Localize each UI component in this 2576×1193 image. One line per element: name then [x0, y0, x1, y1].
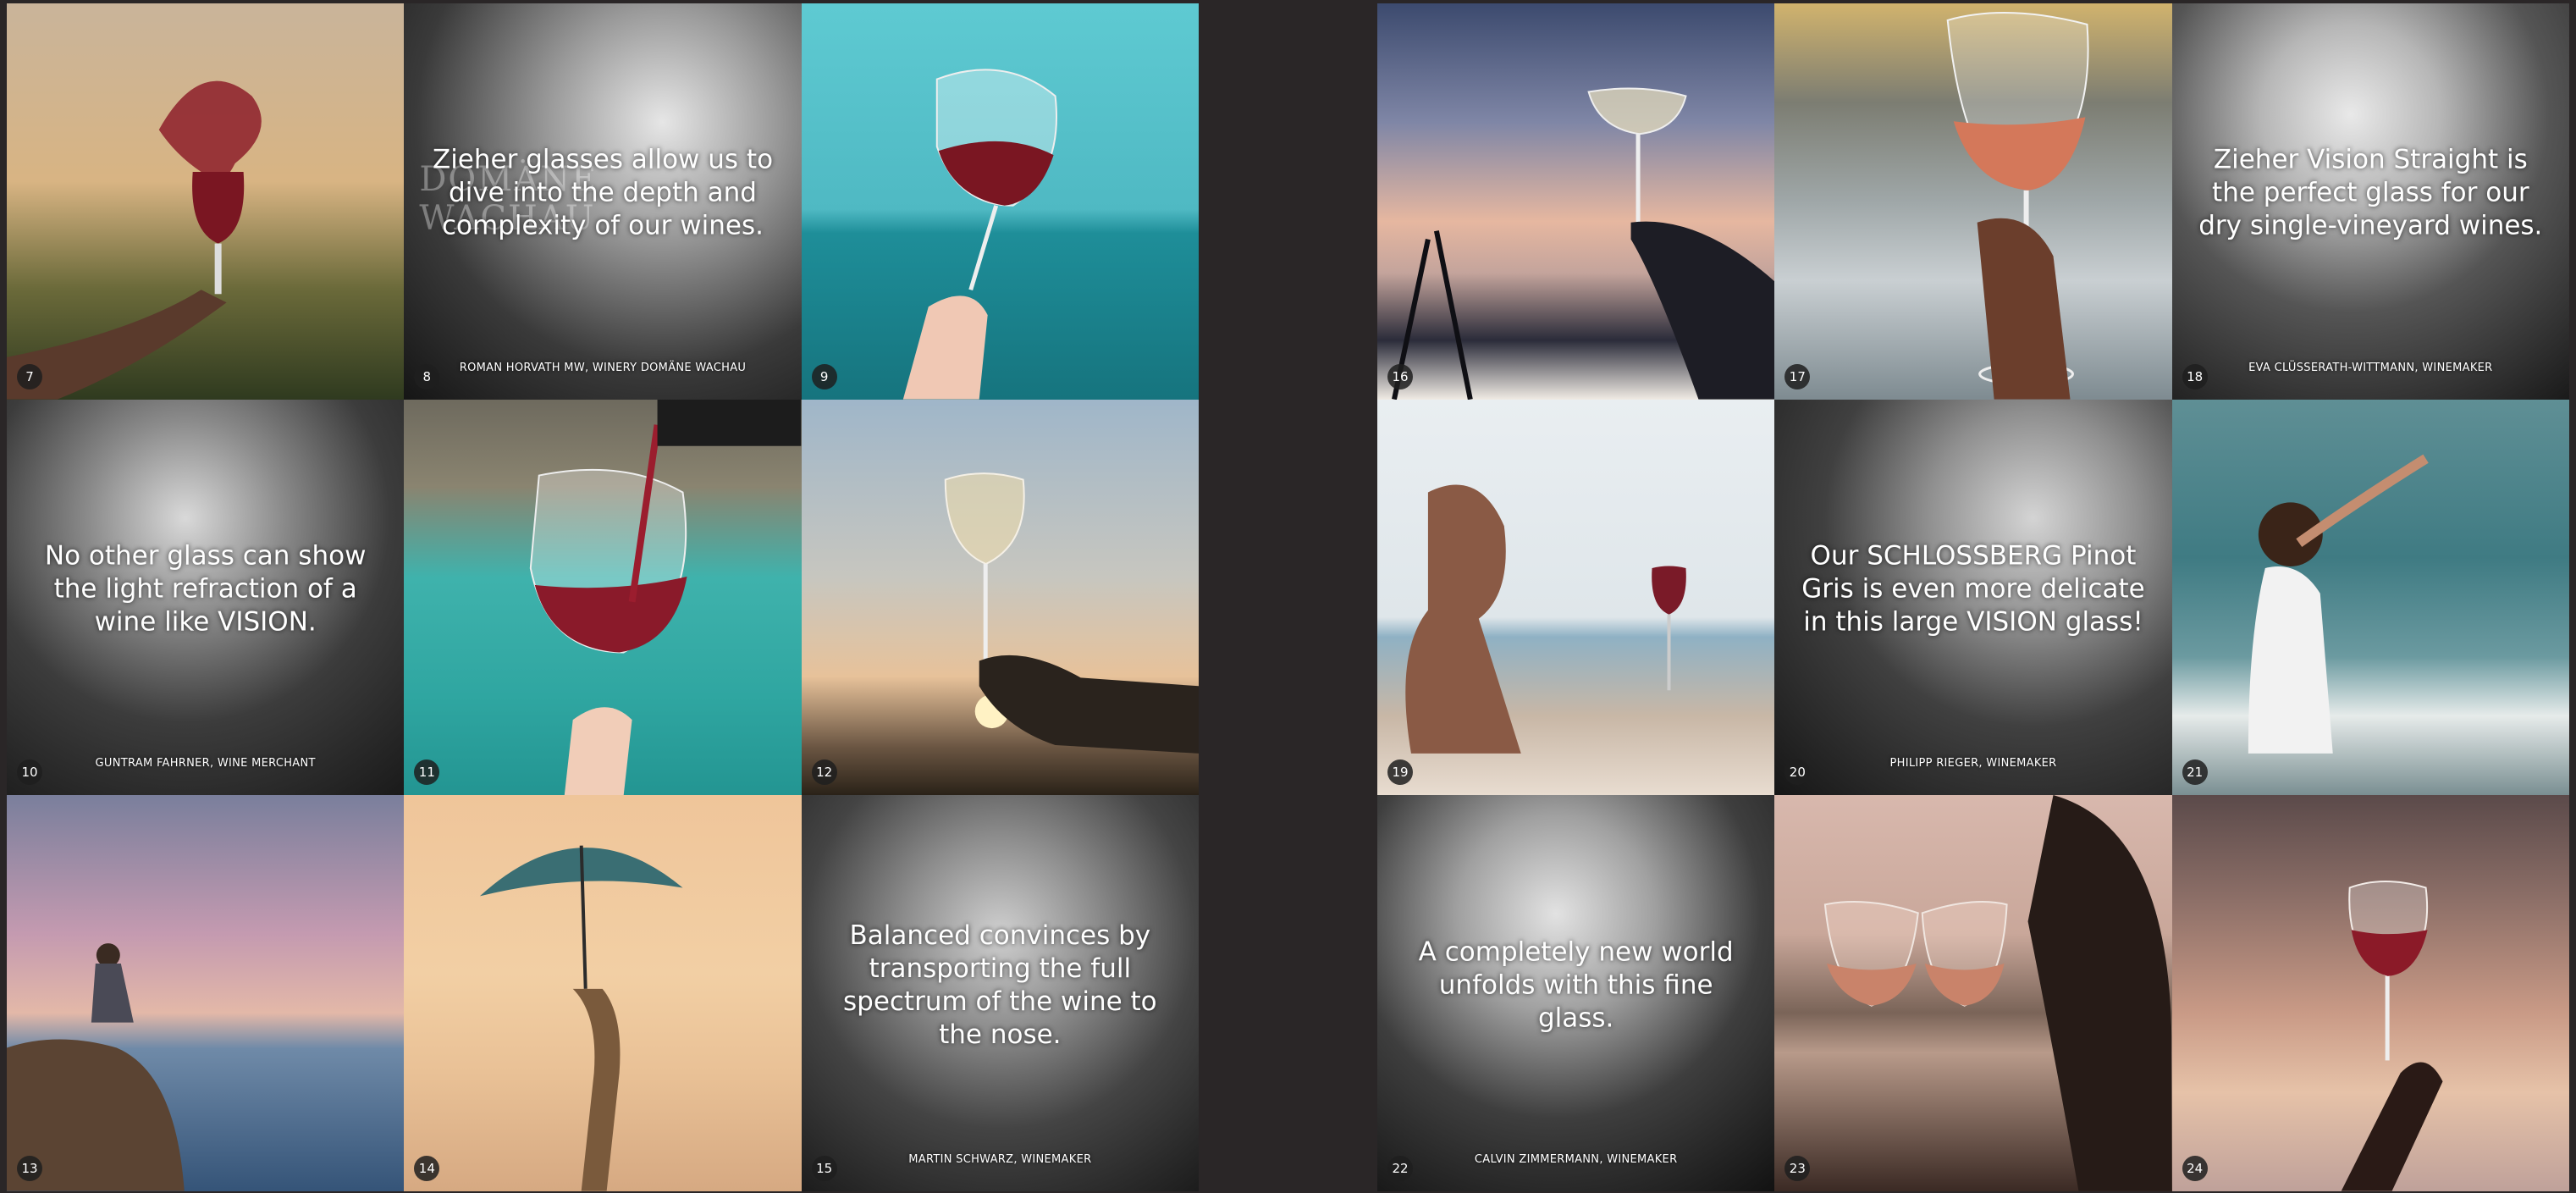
photo-tile-22[interactable]: A completely new world unfolds with this…: [1377, 795, 1775, 1191]
page-number-badge: 8: [414, 363, 440, 389]
wine-glass-icon: [902, 69, 1057, 400]
testimonial-attribution: PHILIPP RIEGER, WINEMAKER: [1889, 757, 2057, 770]
page-number-badge: 16: [1387, 363, 1413, 389]
testimonial-quote: No other glass can show the light refrac…: [44, 540, 367, 638]
photo-tile-23[interactable]: 23: [1774, 795, 2172, 1191]
photo-tile-10[interactable]: No other glass can show the light refrac…: [7, 399, 405, 796]
photo-tile-9[interactable]: 9: [801, 3, 1199, 400]
photo-tile-16[interactable]: 16: [1377, 3, 1775, 400]
left-page: 7 DOMÄNE WACHAU Zieher glasses allow us …: [7, 3, 1199, 1191]
photo-tile-7[interactable]: 7: [7, 3, 405, 400]
testimonial-quote: Our SCHLOSSBERG Pinot Gris is even more …: [1801, 540, 2145, 638]
photo-tile-24[interactable]: 24: [2171, 795, 2569, 1191]
wine-glass-icon: [2341, 881, 2443, 1191]
page-number-badge: 21: [2182, 759, 2208, 786]
testimonial-quote: A completely new world unfolds with this…: [1418, 936, 1734, 1034]
page-number-badge: 7: [17, 363, 42, 389]
testimonial-quote: Zieher glasses allow us to dive into the…: [432, 144, 774, 241]
wine-glass-icon: [944, 472, 1199, 754]
wine-glass-icon: [1946, 12, 2089, 400]
wine-glass-icon: [1392, 87, 1775, 400]
page-number-badge: 9: [811, 363, 837, 389]
page-number-badge: 18: [2182, 363, 2208, 389]
wine-glass-icon: [1405, 484, 1686, 754]
right-page: 16 17 Zieher Vision Straight is the perf…: [1377, 3, 2569, 1191]
photo-tile-19[interactable]: 19: [1377, 399, 1775, 796]
umbrella-icon: [480, 845, 683, 1191]
photo-tile-8[interactable]: DOMÄNE WACHAU Zieher glasses allow us to…: [404, 3, 802, 400]
page-number-badge: 12: [811, 759, 837, 786]
page-number-badge: 13: [17, 1155, 42, 1181]
testimonial-attribution: CALVIN ZIMMERMANN, WINEMAKER: [1474, 1152, 1678, 1166]
photo-tile-18[interactable]: Zieher Vision Straight is the perfect gl…: [2171, 3, 2569, 400]
wine-glasses-icon: [1824, 795, 2172, 1191]
testimonial-attribution: EVA CLÜSSERATH-WITTMANN, WINEMAKER: [2248, 361, 2493, 374]
photo-tile-21[interactable]: 21: [2171, 399, 2569, 796]
photo-tile-11[interactable]: 11: [404, 399, 802, 796]
rock-silhouette-icon: [7, 943, 185, 1191]
photo-tile-13[interactable]: 13: [7, 795, 405, 1191]
photo-tile-17[interactable]: 17: [1774, 3, 2172, 400]
wine-glass-icon: [530, 399, 802, 796]
page-number-badge: 17: [1784, 363, 1811, 389]
testimonial-attribution: MARTIN SCHWARZ, WINEMAKER: [908, 1152, 1092, 1166]
photo-tile-12[interactable]: 12: [801, 399, 1199, 796]
photo-grid-left: 7 DOMÄNE WACHAU Zieher glasses allow us …: [7, 3, 1199, 1191]
photo-grid-right: 16 17 Zieher Vision Straight is the perf…: [1377, 3, 2569, 1191]
photo-tile-14[interactable]: 14: [404, 795, 802, 1191]
photo-tile-15[interactable]: Balanced convinces by transporting the f…: [801, 795, 1199, 1191]
testimonial-quote: Balanced convinces by transporting the f…: [842, 920, 1157, 1050]
photo-tile-20[interactable]: Our SCHLOSSBERG Pinot Gris is even more …: [1774, 399, 2172, 796]
page-number-badge: 22: [1387, 1155, 1413, 1181]
page-number-badge: 24: [2182, 1155, 2208, 1181]
testimonial-attribution: ROMAN HORVATH MW, WINERY DOMÄNE WACHAU: [459, 361, 747, 374]
testimonial-attribution: GUNTRAM FAHRNER, WINE MERCHANT: [95, 757, 316, 770]
testimonial-quote: Zieher Vision Straight is the perfect gl…: [2198, 144, 2543, 241]
wine-splash-icon: [7, 80, 262, 400]
page-number-badge: 15: [811, 1155, 837, 1181]
person-silhouette-icon: [2248, 454, 2429, 754]
